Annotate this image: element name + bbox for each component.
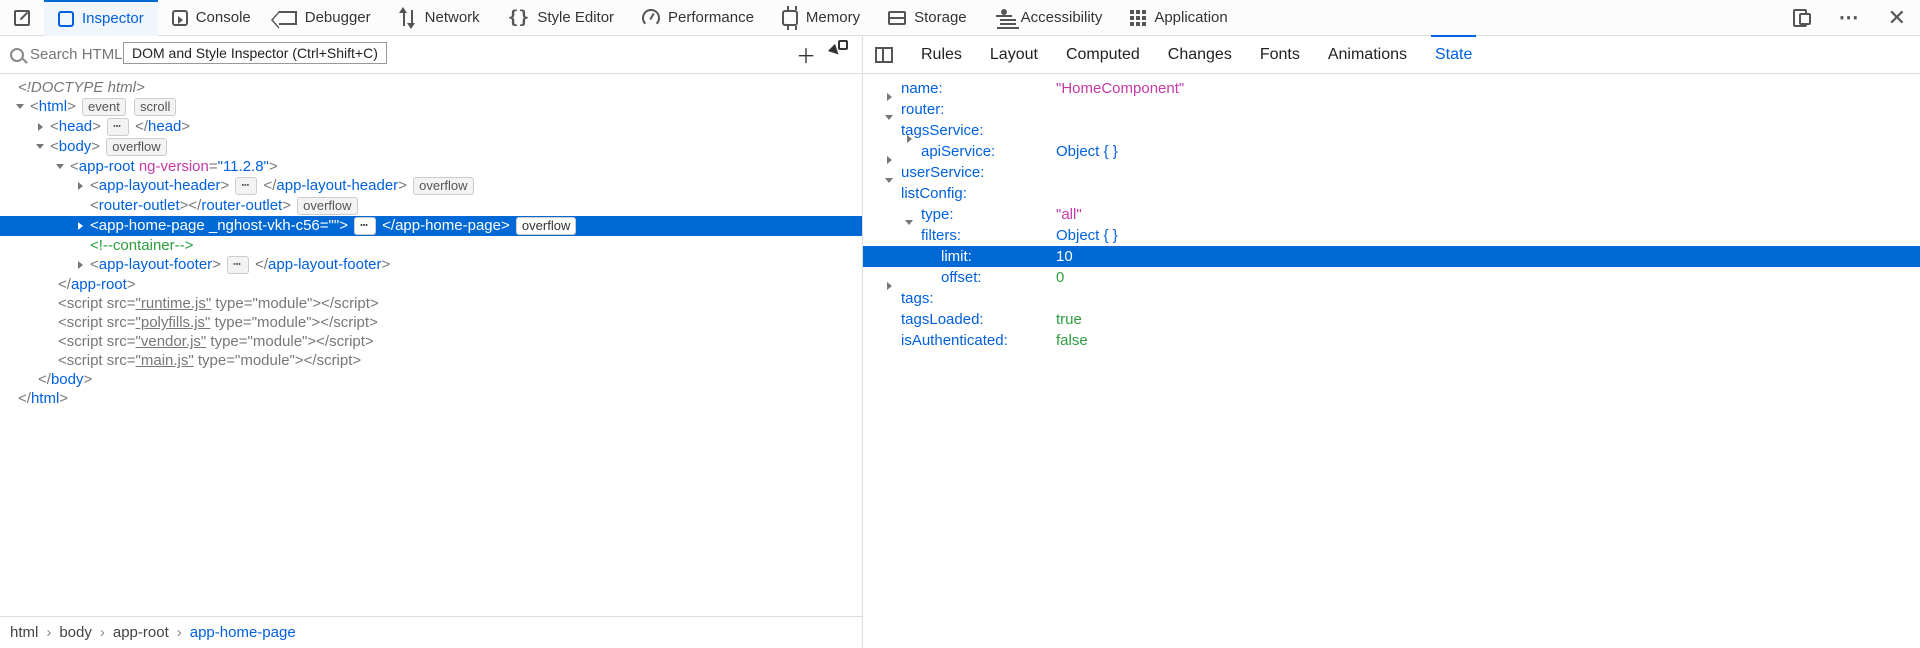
tab-label: Network [425,9,480,26]
accessibility-icon [995,9,1013,27]
prop-row-selected[interactable]: limit:10 [863,246,1920,267]
prop-row[interactable]: tags: [863,288,1920,309]
dom-node[interactable]: <!DOCTYPE html> [0,78,862,97]
prop-row[interactable]: name:"HomeComponent" [863,78,1920,99]
devtools-toolbar: Inspector Console Debugger Network {} Sty… [0,0,1920,36]
tab-console[interactable]: Console [158,0,265,36]
sidebar-tab-rules[interactable]: Rules [921,46,962,64]
tab-performance[interactable]: Performance [628,0,768,36]
tab-memory[interactable]: Memory [768,0,874,36]
prop-row[interactable]: filters:Object { } [863,225,1920,246]
breadcrumb-item-active[interactable]: app-home-page [190,624,296,641]
prop-row[interactable]: isAuthenticated:false [863,330,1920,351]
tab-label: Debugger [305,9,371,26]
close-devtools-button[interactable]: ✕ [1874,0,1920,36]
dom-node[interactable]: </body> [0,370,862,389]
tab-label: Style Editor [537,9,614,26]
tab-label: Storage [914,9,967,26]
inspector-tooltip: DOM and Style Inspector (Ctrl+Shift+C) [123,42,387,64]
tab-label: Accessibility [1021,9,1103,26]
tab-debugger[interactable]: Debugger [265,0,385,36]
dom-node[interactable]: </html> [0,389,862,408]
tab-label: Console [196,9,251,26]
prop-row[interactable]: type:"all" [863,204,1920,225]
tab-application[interactable]: Application [1116,0,1241,36]
dom-node[interactable]: <app-layout-header> ⋯ </app-layout-heade… [0,176,862,196]
console-icon [172,10,188,26]
dom-node[interactable]: <script src="main.js" type="module"></sc… [0,351,862,370]
search-row: DOM and Style Inspector (Ctrl+Shift+C) ＋ [0,36,862,74]
style-editor-icon: {} [508,11,530,25]
tab-inspector[interactable]: Inspector [44,0,158,36]
dom-node-selected[interactable]: <app-home-page _nghost-vkh-c56=""> ⋯ </a… [0,216,862,236]
left-pane: DOM and Style Inspector (Ctrl+Shift+C) ＋… [0,36,862,648]
prop-row[interactable]: userService: [863,162,1920,183]
tab-network[interactable]: Network [385,0,494,36]
close-icon: ✕ [1888,5,1906,31]
search-icon [10,48,24,62]
prop-row[interactable]: router: [863,99,1920,120]
sidebar-tab-changes[interactable]: Changes [1168,46,1232,64]
responsive-design-button[interactable] [1779,0,1825,36]
properties-panel[interactable]: name:"HomeComponent" router: tagsService… [863,74,1920,648]
prop-row[interactable]: apiService:Object { } [863,141,1920,162]
performance-icon [642,9,660,27]
eyedropper-button[interactable] [830,40,846,56]
main-panel: DOM and Style Inspector (Ctrl+Shift+C) ＋… [0,36,1920,648]
dom-node[interactable]: <html> event scroll [0,97,862,117]
sidebar-tab-animations[interactable]: Animations [1328,46,1407,64]
dom-node[interactable]: <script src="polyfills.js" type="module"… [0,313,862,332]
sidebar-tab-computed[interactable]: Computed [1066,46,1140,64]
prop-row[interactable]: offset:0 [863,267,1920,288]
dom-node[interactable]: <body> overflow [0,137,862,157]
network-icon [399,10,417,26]
prop-row[interactable]: listConfig: [863,183,1920,204]
sidebar-tab-layout[interactable]: Layout [990,46,1038,64]
memory-icon [782,10,798,26]
dom-node[interactable]: </app-root> [0,275,862,294]
add-node-button[interactable]: ＋ [796,40,816,69]
pick-element-icon [12,8,32,28]
toggle-panes-icon[interactable] [875,47,893,63]
dom-node[interactable]: <head> ⋯ </head> [0,117,862,137]
tab-label: Application [1154,9,1227,26]
right-pane: Rules Layout Computed Changes Fonts Anim… [862,36,1920,648]
tab-storage[interactable]: Storage [874,0,981,36]
tab-label: Memory [806,9,860,26]
dom-node[interactable]: <app-root ng-version="11.2.8"> [0,157,862,176]
breadcrumb-item[interactable]: html [10,624,38,641]
prop-row[interactable]: tagsLoaded:true [863,309,1920,330]
tab-label: Inspector [82,10,144,27]
dom-node[interactable]: <script src="runtime.js" type="module"><… [0,294,862,313]
pick-element-button[interactable] [0,0,44,36]
prop-row[interactable]: tagsService: [863,120,1920,141]
dom-node[interactable]: <script src="vendor.js" type="module"></… [0,332,862,351]
inspector-icon [58,11,74,27]
storage-icon [888,11,906,25]
debugger-icon [279,11,297,25]
breadcrumb-item[interactable]: app-root [113,624,169,641]
tab-style-editor[interactable]: {} Style Editor [494,0,628,36]
sidebar-tab-fonts[interactable]: Fonts [1260,46,1300,64]
dom-tree[interactable]: <!DOCTYPE html> <html> event scroll <hea… [0,74,862,616]
dom-node[interactable]: <!--container--> [0,236,862,255]
responsive-design-icon [1793,9,1811,27]
more-tools-button[interactable]: ⋯ [1825,0,1874,36]
more-icon: ⋯ [1839,5,1860,30]
sidebar-tabs: Rules Layout Computed Changes Fonts Anim… [863,36,1920,74]
application-icon [1130,10,1146,26]
tab-label: Performance [668,9,754,26]
breadcrumb-item[interactable]: body [59,624,92,641]
dom-node[interactable]: <router-outlet></router-outlet> overflow [0,196,862,216]
dom-node[interactable]: <app-layout-footer> ⋯ </app-layout-foote… [0,255,862,275]
breadcrumb: html› body› app-root› app-home-page [0,616,862,648]
tab-accessibility[interactable]: Accessibility [981,0,1117,36]
sidebar-tab-state[interactable]: State [1435,46,1472,64]
